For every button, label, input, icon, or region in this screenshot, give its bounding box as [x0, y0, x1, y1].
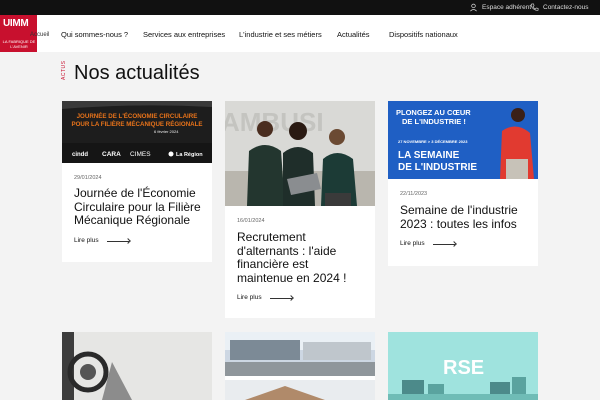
read-more-label: Lire plus	[237, 294, 262, 301]
arrow-right-icon	[269, 295, 294, 301]
news-date: 22/11/2023	[400, 191, 428, 197]
phone-icon	[530, 3, 539, 11]
news-card-image: AMBUSI	[225, 101, 375, 206]
wall-lettering: AMBUSI	[225, 107, 324, 137]
rse-label: RSE	[443, 357, 484, 379]
news-title[interactable]: Semaine de l'industrie 2023 : toutes les…	[400, 203, 528, 231]
news-card[interactable]	[62, 332, 212, 400]
event-banner-line2: POUR LA FILIÈRE MÉCANIQUE RÉGIONALE	[71, 120, 202, 128]
nav-item-national[interactable]: Dispositifs nationaux	[389, 30, 458, 39]
partner-logo-cara: CARA	[102, 151, 121, 158]
partner-logo-region: La Région	[176, 152, 203, 158]
news-title[interactable]: Journée de l'Économie Circulaire pour la…	[74, 186, 202, 228]
campaign-banner1: LA SEMAINE	[398, 150, 460, 161]
news-card-image: PLONGEZ AU CŒUR DE L'INDUSTRIE ! 27 NOVE…	[388, 101, 538, 179]
contact-link[interactable]: Contactez-nous	[530, 3, 589, 12]
contact-label: Contactez-nous	[543, 4, 589, 11]
news-date: 16/01/2024	[237, 218, 265, 224]
nav-item-about[interactable]: Qui sommes-nous ?	[61, 30, 128, 39]
region-logo-icon	[168, 151, 174, 157]
read-more-link[interactable]: Lire plus	[400, 240, 457, 247]
arrow-right-icon	[106, 238, 131, 244]
read-more-link[interactable]: Lire plus	[74, 237, 131, 244]
news-card[interactable]	[225, 332, 375, 400]
user-icon	[470, 3, 477, 12]
read-more-label: Lire plus	[400, 240, 425, 247]
news-card-image: RSE	[388, 332, 538, 400]
news-card[interactable]: RSE	[388, 332, 538, 400]
page-title: Nos actualités	[74, 62, 200, 84]
campaign-banner2: DE L'INDUSTRIE	[398, 162, 477, 173]
partner-logo-cimes: CIMES	[130, 151, 151, 158]
news-card-image: JOURNÉE DE L'ÉCONOMIE CIRCULAIRE POUR LA…	[62, 101, 212, 163]
home-link[interactable]: Accueil	[30, 32, 49, 38]
read-more-label: Lire plus	[74, 237, 99, 244]
section-tag: ACTUS	[61, 60, 67, 80]
news-card[interactable]: JOURNÉE DE L'ÉCONOMIE CIRCULAIRE POUR LA…	[62, 101, 212, 262]
nav-item-industry[interactable]: L'industrie et ses métiers	[239, 30, 322, 39]
news-card-image	[225, 332, 375, 400]
news-card[interactable]: AMBUSI 16/01/2024 Recrutement d'alternan…	[225, 101, 375, 318]
campaign-line1: PLONGEZ AU CŒUR	[396, 108, 471, 117]
nav-item-services[interactable]: Services aux entreprises	[143, 30, 225, 39]
news-card[interactable]: PLONGEZ AU CŒUR DE L'INDUSTRIE ! 27 NOVE…	[388, 101, 538, 266]
event-date: 6 février 2024	[154, 129, 179, 134]
read-more-link[interactable]: Lire plus	[237, 294, 294, 301]
top-utility-bar: Espace adhérent Contactez-nous	[0, 0, 600, 15]
news-card-image	[62, 332, 212, 400]
campaign-dates: 27 NOVEMBRE > 3 DÉCEMBRE 2023	[398, 139, 468, 144]
arrow-right-icon	[432, 241, 457, 247]
nav-item-news[interactable]: Actualités	[337, 30, 370, 39]
news-title[interactable]: Recrutement d'alternants : l'aide financ…	[237, 230, 365, 285]
partner-logo-cindd: cindd	[72, 152, 88, 158]
account-link[interactable]: Espace adhérent	[469, 3, 531, 12]
event-banner-line1: JOURNÉE DE L'ÉCONOMIE CIRCULAIRE	[77, 112, 198, 120]
account-label: Espace adhérent	[482, 4, 532, 11]
logo-name: UIMM	[3, 18, 29, 29]
news-date: 29/01/2024	[74, 175, 102, 181]
campaign-line2: DE L'INDUSTRIE !	[402, 117, 466, 126]
logo-tagline: LA FABRIQUE DE L'AVENIR	[2, 39, 36, 49]
